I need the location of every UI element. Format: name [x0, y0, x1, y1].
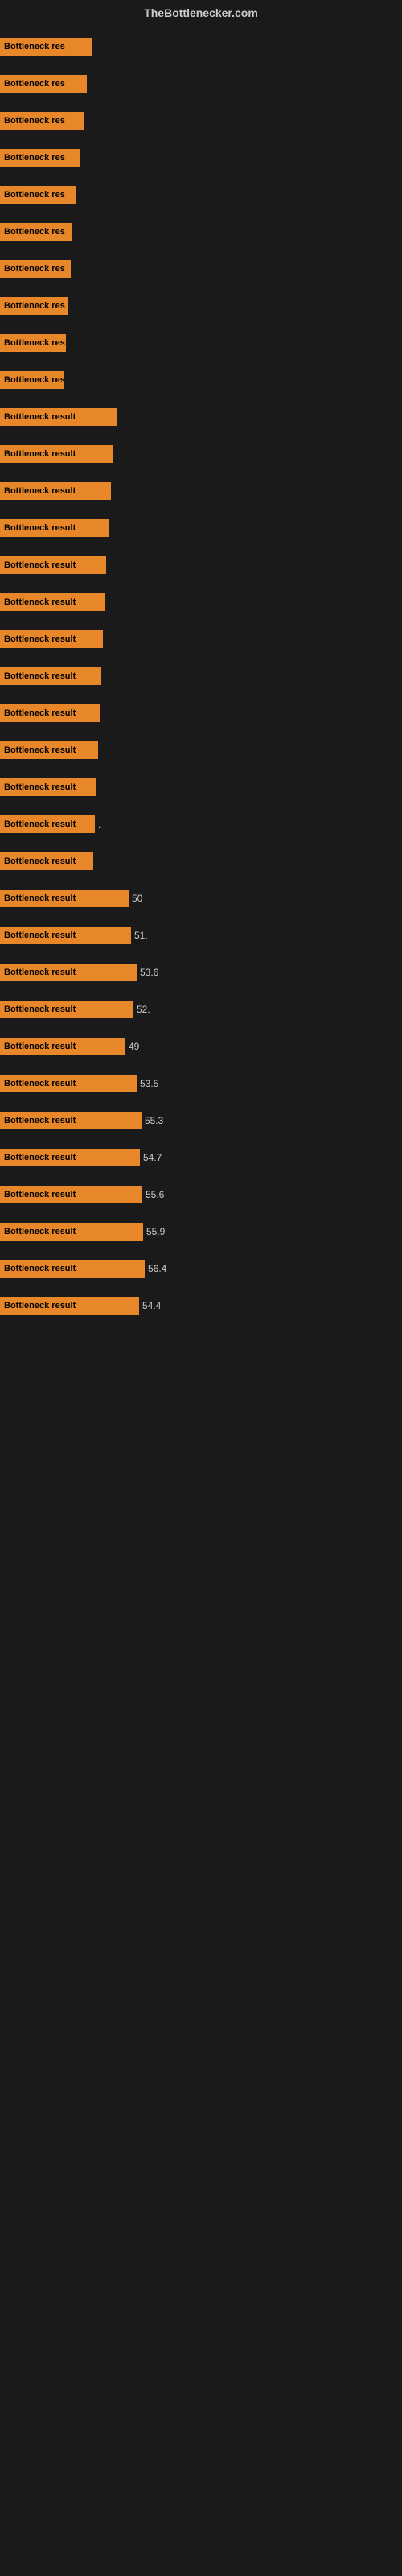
table-row: Bottleneck res [0, 369, 402, 391]
table-row: Bottleneck result [0, 776, 402, 799]
rows-container: Bottleneck res Bottleneck res Bottleneck r… [0, 23, 402, 1317]
table-row: Bottleneck res [0, 72, 402, 95]
table-row: Bottleneck result54.7 [0, 1146, 402, 1169]
table-row: Bottleneck result [0, 517, 402, 539]
table-row: Bottleneck result 49 [0, 1035, 402, 1058]
bar-label: Bottleneck result [0, 927, 131, 944]
bar-label: Bottleneck result [0, 1223, 143, 1241]
table-row: Bottleneck res [0, 147, 402, 169]
bar-label: Bottleneck res [0, 186, 76, 204]
table-row: Bottleneck result 55.6 [0, 1183, 402, 1206]
bar-label: Bottleneck res [0, 112, 84, 130]
bar-label: Bottleneck result [0, 630, 103, 648]
table-row: Bottleneck result55.3 [0, 1109, 402, 1132]
bar-value: 53.5 [140, 1078, 172, 1089]
table-row: Bottleneck result53.6 [0, 961, 402, 984]
table-row: Bottleneck result56.4 [0, 1257, 402, 1280]
bar-value: 54.7 [143, 1152, 175, 1163]
table-row: Bottleneck result55.9 [0, 1220, 402, 1243]
bar-value: 51. [134, 930, 166, 941]
bar-label: Bottleneck result [0, 556, 106, 574]
table-row: Bottleneck result [0, 628, 402, 650]
header: TheBottlenecker.com [0, 0, 402, 23]
table-row: Bottleneck result [0, 480, 402, 502]
bar-label: Bottleneck result [0, 852, 93, 870]
table-row: Bottleneck res [0, 295, 402, 317]
bar-value: 50 [132, 893, 164, 904]
bar-label: Bottleneck result [0, 704, 100, 722]
bar-label: Bottleneck result [0, 667, 101, 685]
bar-label: Bottleneck result [0, 408, 117, 426]
bar-label: Bottleneck res [0, 75, 87, 93]
bar-value: 53.6 [140, 967, 172, 978]
table-row: Bottleneck result [0, 554, 402, 576]
bar-label: Bottleneck result [0, 1075, 137, 1092]
table-row: Bottleneck result54.4 [0, 1294, 402, 1317]
bar-label: Bottleneck res [0, 223, 72, 241]
bar-label: Bottleneck result [0, 890, 129, 907]
table-row: Bottleneck res [0, 221, 402, 243]
table-row: Bottleneck result50 [0, 887, 402, 910]
bar-label: Bottleneck res [0, 371, 64, 389]
table-row: Bottleneck result [0, 850, 402, 873]
table-row: Bottleneck res [0, 184, 402, 206]
table-row: Bottleneck result [0, 443, 402, 465]
table-row: Bottleneck result [0, 739, 402, 762]
table-row: Bottleneck res [0, 35, 402, 58]
bar-label: Bottleneck result [0, 1149, 140, 1166]
bar-label: Bottleneck result [0, 1001, 133, 1018]
table-row: Bottleneck res [0, 258, 402, 280]
bar-value: . [98, 819, 130, 830]
table-row: Bottleneck result51. [0, 924, 402, 947]
table-row: Bottleneck res [0, 332, 402, 354]
table-row: Bottleneck result 52. [0, 998, 402, 1021]
bar-label: Bottleneck result [0, 445, 113, 463]
bar-label: Bottleneck result [0, 1038, 125, 1055]
table-row: Bottleneck result [0, 591, 402, 613]
table-row: Bottleneck result [0, 702, 402, 724]
bar-value: 55.9 [146, 1226, 178, 1237]
table-row: Bottleneck result53.5 [0, 1072, 402, 1095]
bar-label: Bottleneck res [0, 260, 71, 278]
table-row: Bottleneck result. [0, 813, 402, 836]
bar-label: Bottleneck result [0, 778, 96, 796]
bar-label: Bottleneck result [0, 741, 98, 759]
bar-value: 55.6 [146, 1189, 178, 1200]
bar-value: 56.4 [148, 1263, 180, 1274]
bar-label: Bottleneck result [0, 519, 109, 537]
bar-label: Bottleneck result [0, 1112, 142, 1129]
table-row: Bottleneck result [0, 665, 402, 687]
bar-label: Bottleneck result [0, 593, 105, 611]
bar-label: Bottleneck result [0, 1260, 145, 1278]
bar-label: Bottleneck result [0, 1186, 142, 1203]
bar-label: Bottleneck result [0, 815, 95, 833]
bar-label: Bottleneck result [0, 964, 137, 981]
bar-value: 52. [137, 1004, 169, 1015]
bar-value: 55.3 [145, 1115, 177, 1126]
bar-label: Bottleneck res [0, 297, 68, 315]
site-title: TheBottlenecker.com [0, 0, 402, 23]
bar-label: Bottleneck result [0, 482, 111, 500]
bar-value: 49 [129, 1041, 161, 1052]
bar-label: Bottleneck res [0, 38, 92, 56]
bar-label: Bottleneck res [0, 149, 80, 167]
bar-label: Bottleneck result [0, 1297, 139, 1315]
table-row: Bottleneck res [0, 109, 402, 132]
bar-value: 54.4 [142, 1300, 174, 1311]
bar-label: Bottleneck res [0, 334, 66, 352]
table-row: Bottleneck result [0, 406, 402, 428]
